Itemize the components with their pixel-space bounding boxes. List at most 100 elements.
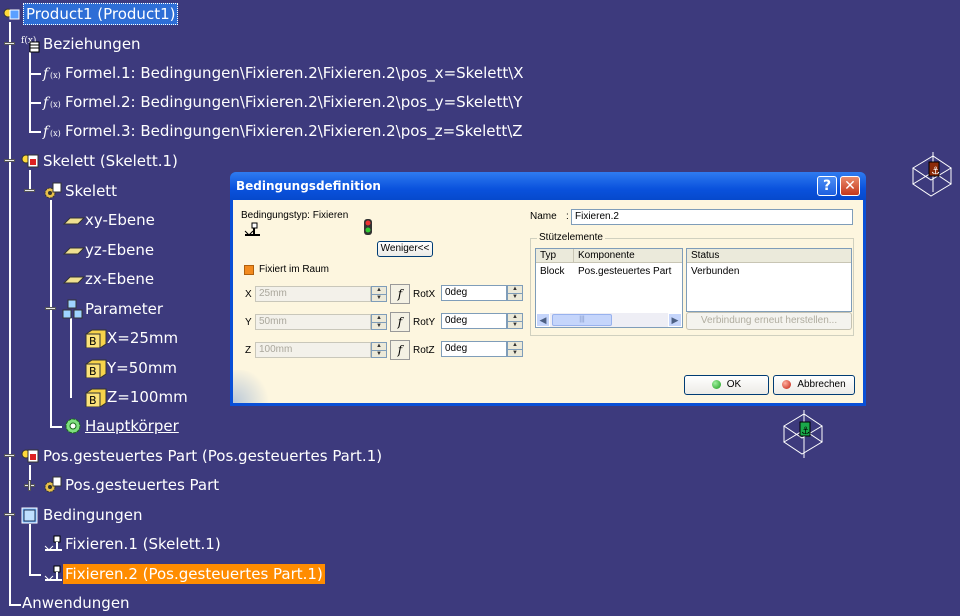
scroll-right-icon[interactable]: ▶	[668, 313, 682, 327]
ok-button[interactable]: OK	[684, 375, 769, 395]
col-status-header[interactable]: Status	[687, 249, 851, 263]
z-label: Z	[245, 345, 252, 356]
tree-label: Fixieren.2 (Pos.gesteuertes Part.1)	[63, 564, 325, 584]
tree-line	[29, 52, 31, 132]
x-formula-button[interactable]: f	[390, 284, 410, 304]
roty-field[interactable]: 0deg	[441, 313, 507, 329]
tree-line	[50, 426, 62, 428]
tree-node-beziehungen[interactable]: f(x) Beziehungen	[20, 33, 143, 55]
collapse-toggle[interactable]	[24, 185, 35, 196]
tree-node-plane[interactable]: xy-Ebene	[62, 209, 157, 231]
tree-label: Parameter	[85, 300, 164, 318]
support-elements-list[interactable]: Typ Komponente Block Pos.gesteuertes Par…	[535, 248, 683, 328]
tree-node-skelett-part[interactable]: Skelett	[42, 180, 119, 202]
tree-node-formula[interactable]: f (x) Formel.1: Bedingungen\Fixieren.2\Fi…	[42, 62, 526, 84]
z-formula-button[interactable]: f	[390, 340, 410, 360]
y-spinner[interactable]: ▲ ▼	[371, 314, 387, 330]
status-list[interactable]: Status Verbunden	[686, 248, 852, 312]
z-field[interactable]: 100mm	[255, 342, 371, 358]
less-button[interactable]: Weniger<<	[377, 241, 433, 257]
rotx-field[interactable]: 0deg	[441, 285, 507, 301]
tree-node-formula[interactable]: f (x) Formel.2: Bedingungen\Fixieren.2\Fi…	[42, 91, 524, 113]
tree-node-param[interactable]: B Z=100mm	[84, 386, 190, 408]
rotz-field[interactable]: 0deg	[441, 341, 507, 357]
ok-icon	[711, 379, 721, 389]
status-light-icon	[364, 219, 372, 235]
rotx-spinner[interactable]: ▲ ▼	[507, 285, 523, 301]
tree-node-pos-instance[interactable]: Pos.gesteuertes Part (Pos.gesteuertes Pa…	[20, 445, 384, 467]
close-button[interactable]: ✕	[840, 176, 860, 196]
tree-node-skelett-instance[interactable]: Skelett (Skelett.1)	[20, 150, 180, 172]
tree-node-parameter[interactable]: Parameter	[62, 298, 165, 320]
tree-label: Pos.gesteuertes Part	[65, 476, 220, 494]
tree-label: Formel.3: Bedingungen\Fixieren.2\Fixiere…	[65, 122, 523, 140]
rotx-label: RotX	[413, 289, 436, 300]
length-parameter-icon: B	[84, 387, 107, 408]
scroll-left-icon[interactable]: ◀	[536, 313, 550, 327]
cancel-button[interactable]: Abbrechen	[773, 375, 855, 395]
support-elements-legend: Stützelemente	[537, 232, 605, 243]
roty-spinner[interactable]: ▲ ▼	[507, 313, 523, 329]
tree-label: zx-Ebene	[85, 270, 155, 288]
scroll-thumb[interactable]: |||	[552, 314, 612, 326]
collapse-toggle[interactable]	[45, 303, 56, 314]
tree-node-anwendungen[interactable]: Anwendungen	[20, 592, 132, 614]
tree-node-param[interactable]: B X=25mm	[84, 327, 180, 349]
constraint-type-label: Bedingungstyp: Fixieren	[241, 210, 349, 221]
cancel-label: Abbrechen	[797, 379, 846, 390]
y-field[interactable]: 50mm	[255, 314, 371, 330]
x-field[interactable]: 25mm	[255, 286, 371, 302]
tree-label: Fixieren.1 (Skelett.1)	[65, 535, 221, 553]
tree-node-formula[interactable]: f (x) Formel.3: Bedingungen\Fixieren.2\Fi…	[42, 120, 525, 142]
globe-decoration-icon	[233, 370, 273, 403]
fix-anchor-symbol-icon[interactable]: ⚓	[905, 150, 957, 202]
help-button[interactable]: ?	[817, 176, 837, 196]
col-komponente-header[interactable]: Komponente	[574, 249, 682, 263]
dialog-title-bar[interactable]: Bedingungsdefinition ? ✕	[230, 172, 866, 200]
fixed-in-space-checkbox[interactable]	[244, 265, 254, 275]
tree-label: Pos.gesteuertes Part (Pos.gesteuertes Pa…	[43, 447, 383, 465]
expand-toggle[interactable]	[24, 480, 35, 491]
tree-node-hauptkoerper[interactable]: Hauptkörper	[62, 415, 181, 437]
tree-label: Bedingungen	[43, 506, 143, 524]
collapse-toggle[interactable]	[4, 509, 15, 520]
name-colon: :	[566, 211, 569, 222]
row-typ-cell: Block	[540, 266, 565, 277]
rotz-spinner[interactable]: ▲ ▼	[507, 341, 523, 357]
tree-line	[29, 131, 41, 133]
tree-node-param[interactable]: B Y=50mm	[84, 357, 179, 379]
tree-node-fixieren-1[interactable]: Fixieren.1 (Skelett.1)	[42, 533, 223, 555]
tree-node-plane[interactable]: zx-Ebene	[62, 268, 156, 290]
tree-label: Skelett	[65, 182, 118, 200]
tree-label: Skelett (Skelett.1)	[43, 152, 178, 170]
collapse-toggle[interactable]	[4, 38, 15, 49]
svg-text:⚓: ⚓	[931, 166, 940, 177]
ok-label: OK	[726, 379, 742, 390]
tree-line	[29, 102, 41, 104]
y-formula-button[interactable]: f	[390, 312, 410, 332]
svg-text:B: B	[89, 365, 97, 378]
collapse-toggle[interactable]	[4, 155, 15, 166]
reconnect-button[interactable]: Verbindung erneut herstellen...	[686, 312, 852, 330]
x-spinner[interactable]: ▲ ▼	[371, 286, 387, 302]
tree-label: Z=100mm	[107, 388, 188, 406]
collapse-toggle[interactable]	[4, 450, 15, 461]
z-spinner[interactable]: ▲ ▼	[371, 342, 387, 358]
part-gear-icon	[42, 181, 62, 201]
col-typ-header[interactable]: Typ	[536, 249, 574, 263]
tree-node-fixieren-2[interactable]: Fixieren.2 (Pos.gesteuertes Part.1)	[42, 563, 325, 585]
tree-label: Product1 (Product1)	[23, 3, 179, 25]
x-label: X	[245, 289, 252, 300]
tree-line	[29, 524, 31, 576]
tree-node-pos-part[interactable]: Pos.gesteuertes Part	[42, 474, 221, 496]
tree-node-bedingungen[interactable]: Bedingungen	[20, 504, 145, 526]
name-field[interactable]: Fixieren.2	[571, 209, 853, 225]
formula-icon: f (x)	[42, 63, 62, 83]
tree-node-product[interactable]: Product1 (Product1)	[2, 3, 179, 25]
fix-anchor-symbol-icon[interactable]: ⚓	[778, 408, 830, 464]
tree-node-plane[interactable]: yz-Ebene	[62, 239, 156, 261]
horizontal-scrollbar[interactable]: ◀ ||| ▶	[536, 313, 682, 327]
tree-label: Formel.2: Bedingungen\Fixieren.2\Fixiere…	[65, 93, 523, 111]
tree-label: xy-Ebene	[85, 211, 155, 229]
anchor-constraint-icon	[42, 534, 62, 554]
